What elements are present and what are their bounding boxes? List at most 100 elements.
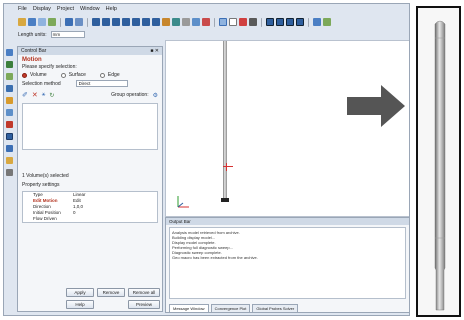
menu-display[interactable]: Display	[33, 4, 51, 15]
sidebar-results-icon[interactable]	[6, 145, 13, 152]
length-units-label: Length units:	[18, 31, 47, 38]
property-row[interactable]: Flow Driven	[23, 216, 157, 222]
big-arrow-icon	[347, 85, 405, 127]
group-operation-label: Group operation:	[111, 92, 149, 98]
property-settings-heading: Property settings	[22, 182, 60, 188]
message-log[interactable]: Analysis model retrieved from archive. B…	[169, 227, 406, 299]
panel-close-icon[interactable]: ■ ✕	[150, 48, 159, 54]
length-units-select[interactable]: mm	[50, 31, 85, 38]
menu-window[interactable]: Window	[80, 4, 100, 15]
tab-message-window[interactable]: Message Window	[169, 304, 209, 312]
open-icon[interactable]	[28, 18, 36, 26]
grid-icon[interactable]	[249, 18, 257, 26]
pin-tip	[221, 198, 229, 202]
new-file-icon[interactable]	[18, 18, 26, 26]
layout-3-icon[interactable]	[286, 18, 294, 26]
layout-1-icon[interactable]	[266, 18, 274, 26]
control-bar-panel: Control Bar ■ ✕ Motion Please specify se…	[17, 46, 163, 312]
display-mode-icon[interactable]	[219, 18, 227, 26]
panel-title-bar: Control Bar ■ ✕	[18, 47, 162, 55]
triad-axes-icon	[177, 196, 189, 208]
view-bottom-icon[interactable]	[122, 18, 130, 26]
delete-icon[interactable]: ✕	[32, 91, 38, 99]
refresh-icon[interactable]: ↻	[49, 92, 54, 99]
pan-icon[interactable]	[182, 18, 190, 26]
view-top-icon[interactable]	[112, 18, 120, 26]
selection-mode-row: Volume Surface Edge	[18, 71, 162, 79]
undo-icon[interactable]	[48, 18, 56, 26]
stop-icon[interactable]	[75, 18, 83, 26]
sidebar-warning-icon[interactable]	[6, 97, 13, 104]
view-front-icon[interactable]	[92, 18, 100, 26]
property-value[interactable]	[71, 216, 157, 222]
output-bar: Output Bar Analysis model retrieved from…	[165, 217, 409, 313]
motion-axis-marker	[223, 166, 233, 167]
selection-hint: Please specify selection:	[22, 64, 77, 70]
apply-button[interactable]: Apply	[66, 288, 94, 297]
surface-radio-label: Surface	[68, 72, 86, 78]
sidebar-motion-icon[interactable]	[6, 133, 13, 140]
rotate-icon[interactable]	[162, 18, 170, 26]
edge-radio[interactable]	[99, 72, 105, 78]
volume-radio[interactable]	[22, 72, 27, 78]
layout-4-icon[interactable]	[296, 18, 304, 26]
left-sidebar	[4, 46, 15, 186]
zoomed-pin-view	[416, 6, 461, 317]
measure-icon[interactable]	[239, 18, 247, 26]
pick-icon[interactable]: ✐	[22, 91, 28, 99]
main-toolbar	[4, 15, 409, 29]
view-right-icon[interactable]	[142, 18, 150, 26]
3d-viewport[interactable]	[165, 40, 409, 217]
panel-title: Control Bar	[21, 48, 47, 54]
sidebar-solve-icon[interactable]	[6, 109, 13, 116]
sidebar-geometry-icon[interactable]	[6, 49, 13, 56]
remove-all-button[interactable]: Remove all	[128, 288, 160, 297]
selection-count: 1 Volume(s) selected	[22, 173, 69, 179]
surface-radio[interactable]	[60, 72, 66, 78]
view-back-icon[interactable]	[102, 18, 110, 26]
sidebar-report-icon[interactable]	[6, 157, 13, 164]
remove-button[interactable]: Remove	[97, 288, 125, 297]
help-icon[interactable]	[323, 18, 331, 26]
tab-convergence-plot[interactable]: Convergence Plot	[210, 304, 251, 312]
fit-icon[interactable]	[192, 18, 200, 26]
probe-icon[interactable]	[202, 18, 210, 26]
toolbar-separator	[261, 17, 262, 27]
selection-list[interactable]	[22, 103, 158, 150]
selection-method-row: Selection method Direct	[18, 79, 162, 88]
selection-method-label: Selection method	[22, 80, 61, 87]
toolbar-separator	[60, 17, 61, 27]
toolbar-separator	[214, 17, 215, 27]
view-left-icon[interactable]	[132, 18, 140, 26]
app-window: File Display Project Window Help Length …	[3, 3, 410, 316]
volume-radio-label: Volume	[30, 72, 47, 78]
zoom-icon[interactable]	[172, 18, 180, 26]
dropdown-arrow-icon[interactable]	[229, 18, 237, 26]
help-button[interactable]: Help	[66, 300, 94, 309]
output-title: Output Bar	[166, 218, 409, 225]
sidebar-boundary-icon[interactable]	[6, 85, 13, 92]
tab-global-probes-solver[interactable]: Global Probes Solver	[252, 304, 299, 312]
edge-radio-label: Edge	[107, 72, 120, 78]
sidebar-tools-icon[interactable]	[6, 121, 13, 128]
property-key: Flow Driven	[33, 216, 57, 221]
menu-help[interactable]: Help	[106, 4, 117, 15]
menu-file[interactable]: File	[18, 4, 27, 15]
output-tabs: Message Window Convergence Plot Global P…	[166, 304, 299, 312]
pin-geometry	[223, 41, 227, 201]
selection-method-select[interactable]: Direct	[75, 80, 128, 87]
group-operation-icon[interactable]: ⚙	[153, 92, 158, 99]
run-icon[interactable]	[65, 18, 73, 26]
filter-icon[interactable]: ⚹	[42, 92, 46, 99]
menu-project[interactable]: Project	[57, 4, 74, 15]
sidebar-model-icon[interactable]	[6, 73, 13, 80]
sidebar-mesh-icon[interactable]	[6, 61, 13, 68]
preview-button[interactable]: Preview	[128, 300, 160, 309]
save-icon[interactable]	[38, 18, 46, 26]
view-iso-icon[interactable]	[152, 18, 160, 26]
selection-tools-row: ✐ ✕ ⚹ ↻ Group operation: ⚙	[18, 88, 162, 102]
sidebar-info-icon[interactable]	[6, 169, 13, 176]
layout-2-icon[interactable]	[276, 18, 284, 26]
settings-icon[interactable]	[313, 18, 321, 26]
motion-axis-marker	[226, 163, 227, 171]
